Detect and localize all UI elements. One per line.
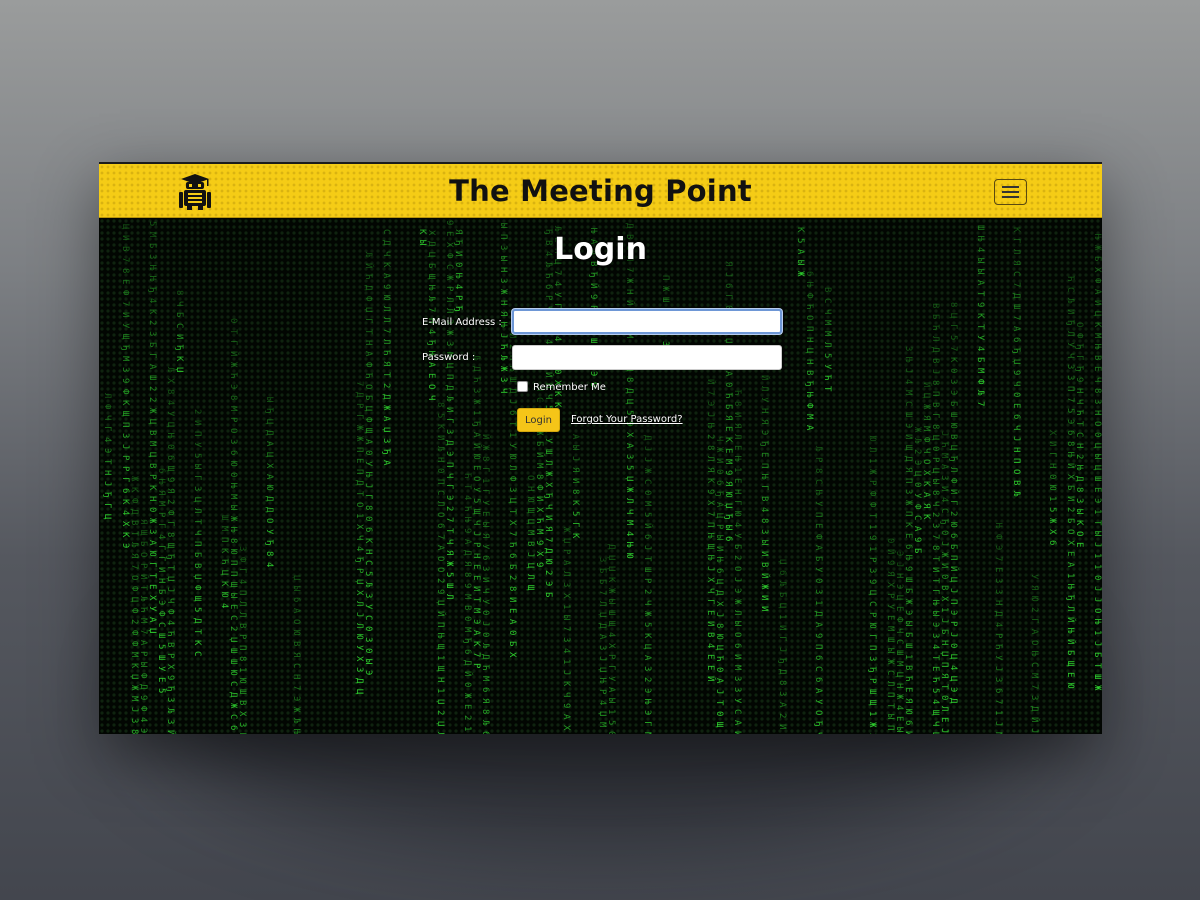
login-button[interactable]: Login <box>517 408 560 432</box>
navbar: The Meeting Point <box>99 164 1102 218</box>
password-label: Password : <box>422 352 476 363</box>
email-label: E-Mail Address : <box>422 317 502 328</box>
browser-viewport: ЛФЧГ4ЭТНЈЂГЦЦИВ78ЕФ7ИУЩЂМЗ9ФКЩПЗЈРРГ6К4Х… <box>99 162 1102 734</box>
brand-title[interactable]: The Meeting Point <box>99 174 1102 208</box>
login-panel: Login E-Mail Address : Password : Rememb… <box>99 218 1102 734</box>
hamburger-menu-icon[interactable] <box>994 179 1027 205</box>
remember-me-checkbox[interactable] <box>517 381 528 392</box>
password-field[interactable] <box>512 345 782 370</box>
page-title: Login <box>554 232 647 267</box>
remember-me-label[interactable]: Remember Me <box>533 382 606 393</box>
forgot-password-link[interactable]: Forgot Your Password? <box>571 414 683 425</box>
email-field[interactable] <box>512 309 782 334</box>
